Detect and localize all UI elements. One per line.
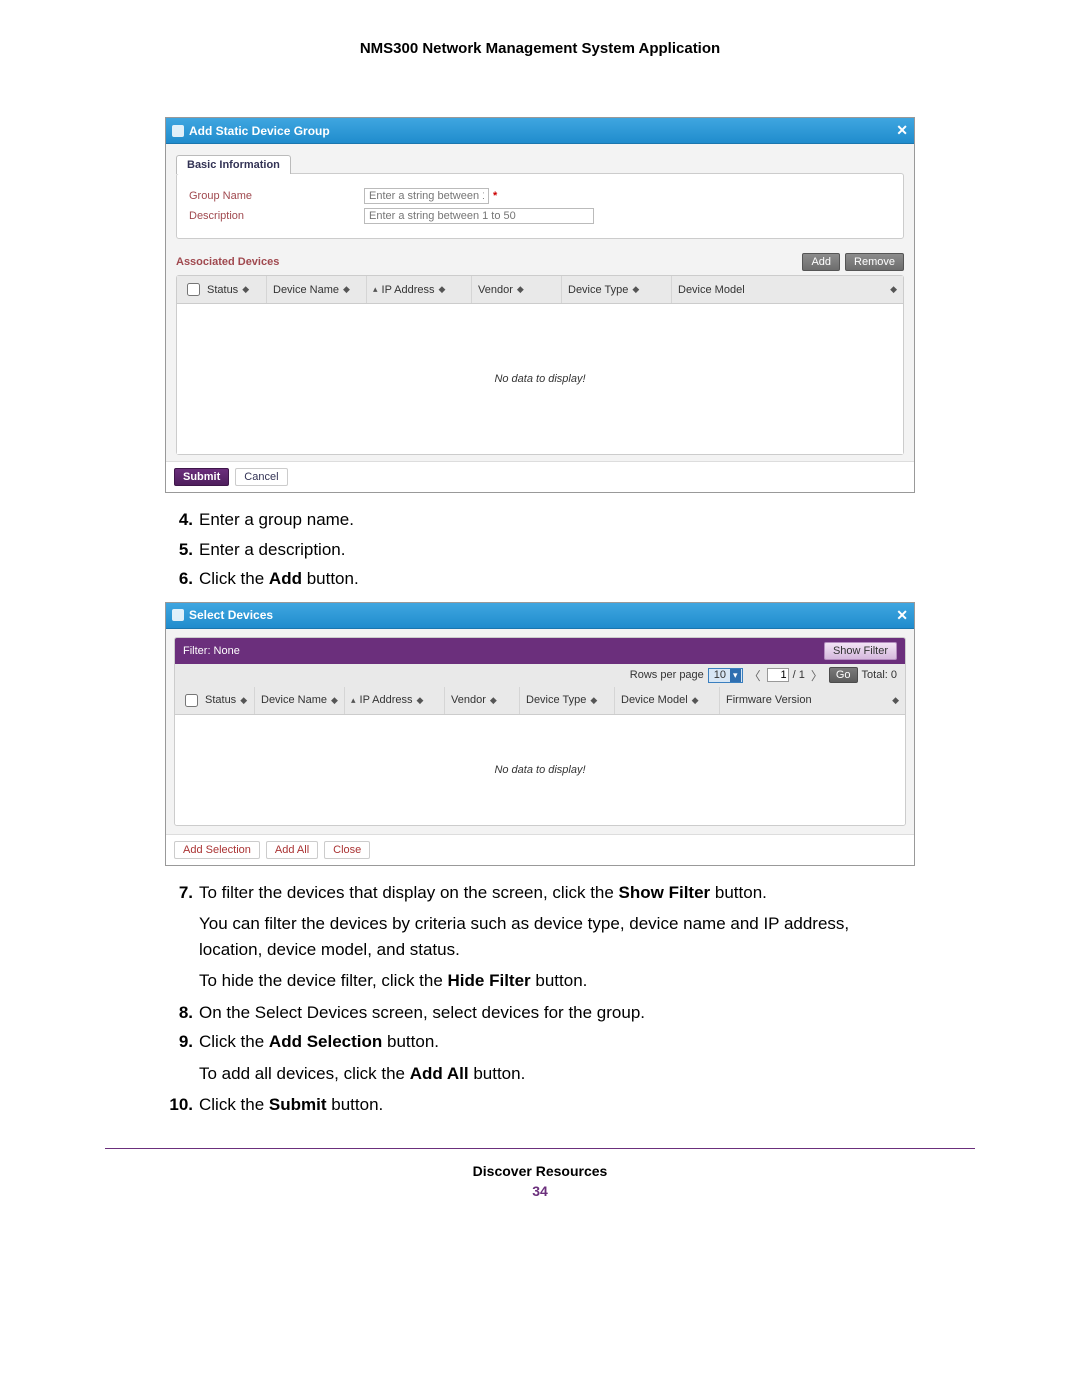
page-number-input[interactable] bbox=[767, 668, 789, 682]
group-name-input[interactable] bbox=[364, 188, 489, 204]
col-ip-address[interactable]: IP Address bbox=[382, 284, 435, 296]
sort-icon[interactable]: ◆ bbox=[632, 284, 639, 295]
step-6-text: Click the Add button. bbox=[199, 566, 915, 592]
col-device-type[interactable]: Device Type bbox=[568, 284, 628, 296]
step-7-text: To filter the devices that display on th… bbox=[199, 880, 915, 906]
col-device-model[interactable]: Device Model bbox=[621, 694, 688, 706]
col-status[interactable]: Status bbox=[207, 284, 238, 296]
cancel-button[interactable]: Cancel bbox=[235, 468, 287, 486]
sort-icon[interactable]: ◆ bbox=[240, 695, 247, 706]
chevron-down-icon: ▾ bbox=[730, 669, 741, 682]
associated-devices-label: Associated Devices bbox=[176, 256, 279, 268]
select-all-checkbox[interactable] bbox=[187, 283, 200, 296]
step-8-text: On the Select Devices screen, select dev… bbox=[199, 1000, 915, 1026]
remove-button[interactable]: Remove bbox=[845, 253, 904, 271]
sort-icon[interactable]: ◆ bbox=[242, 284, 249, 295]
footer-section-title: Discover Resources bbox=[105, 1163, 975, 1179]
go-button[interactable]: Go bbox=[829, 667, 858, 683]
footer-rule bbox=[105, 1148, 975, 1149]
dialog-titlebar: Select Devices ✕ bbox=[166, 603, 914, 629]
step-9-sub1: To add all devices, click the Add All bu… bbox=[199, 1061, 915, 1087]
sort-icon[interactable]: ◆ bbox=[343, 284, 350, 295]
sort-icon[interactable]: ◆ bbox=[490, 695, 497, 706]
document-title: NMS300 Network Management System Applica… bbox=[105, 40, 975, 57]
sort-icon[interactable]: ◆ bbox=[692, 695, 699, 706]
sort-icon[interactable]: ◆ bbox=[417, 695, 424, 706]
filter-label: Filter: None bbox=[183, 645, 240, 657]
grid-empty-message: No data to display! bbox=[177, 304, 903, 454]
page-total-label: / 1 bbox=[793, 669, 805, 681]
submit-button[interactable]: Submit bbox=[174, 468, 229, 486]
add-static-device-group-dialog: Add Static Device Group ✕ Basic Informat… bbox=[165, 117, 915, 493]
description-input[interactable] bbox=[364, 208, 594, 224]
basic-information-tab: Basic Information bbox=[176, 155, 291, 174]
grid-empty-message: No data to display! bbox=[175, 715, 905, 825]
dialog-title: Select Devices bbox=[189, 608, 273, 622]
dialog-title: Add Static Device Group bbox=[189, 124, 330, 138]
sort-icon[interactable]: ◆ bbox=[439, 284, 446, 295]
select-devices-dialog: Select Devices ✕ Filter: None Show Filte… bbox=[165, 602, 915, 866]
rows-per-page-select[interactable]: 10▾ bbox=[708, 668, 743, 683]
step-4-text: Enter a group name. bbox=[199, 507, 915, 533]
col-ip-address[interactable]: IP Address bbox=[360, 694, 413, 706]
col-status[interactable]: Status bbox=[205, 694, 236, 706]
step-5-text: Enter a description. bbox=[199, 537, 915, 563]
col-device-name[interactable]: Device Name bbox=[273, 284, 339, 296]
sort-icon[interactable]: ◆ bbox=[892, 695, 899, 706]
show-filter-button[interactable]: Show Filter bbox=[824, 642, 897, 660]
close-icon[interactable]: ✕ bbox=[896, 607, 908, 624]
dialog-icon bbox=[172, 125, 184, 137]
step-7-sub2: To hide the device filter, click the Hid… bbox=[199, 968, 915, 994]
dialog-titlebar: Add Static Device Group ✕ bbox=[166, 118, 914, 144]
col-vendor[interactable]: Vendor bbox=[478, 284, 513, 296]
add-button[interactable]: Add bbox=[802, 253, 840, 271]
dialog-icon bbox=[172, 609, 184, 621]
close-button[interactable]: Close bbox=[324, 841, 370, 859]
step-10-text: Click the Submit button. bbox=[199, 1092, 915, 1118]
col-vendor[interactable]: Vendor bbox=[451, 694, 486, 706]
next-page-icon[interactable]: 〉 bbox=[809, 667, 825, 684]
group-name-label: Group Name bbox=[189, 190, 364, 202]
prev-page-icon[interactable]: 〈 bbox=[747, 667, 763, 684]
required-icon: * bbox=[493, 190, 497, 202]
sort-icon[interactable]: ◆ bbox=[331, 695, 338, 706]
sort-icon[interactable]: ◆ bbox=[590, 695, 597, 706]
step-9-text: Click the Add Selection button. bbox=[199, 1029, 915, 1055]
close-icon[interactable]: ✕ bbox=[896, 122, 908, 139]
associated-devices-grid: Status ◆ Device Name ◆ ▴ IP Address ◆ Ve… bbox=[176, 275, 904, 455]
sort-asc-icon[interactable]: ▴ bbox=[351, 695, 356, 706]
page-number: 34 bbox=[105, 1183, 975, 1199]
total-count-label: Total: 0 bbox=[862, 669, 897, 681]
col-firmware-version[interactable]: Firmware Version bbox=[726, 694, 812, 706]
sort-icon[interactable]: ◆ bbox=[517, 284, 524, 295]
add-selection-button[interactable]: Add Selection bbox=[174, 841, 260, 859]
description-label: Description bbox=[189, 210, 364, 222]
add-all-button[interactable]: Add All bbox=[266, 841, 318, 859]
col-device-name[interactable]: Device Name bbox=[261, 694, 327, 706]
rows-per-page-label: Rows per page bbox=[630, 669, 704, 681]
sort-icon[interactable]: ◆ bbox=[890, 284, 897, 295]
col-device-type[interactable]: Device Type bbox=[526, 694, 586, 706]
col-device-model[interactable]: Device Model bbox=[678, 284, 745, 296]
sort-asc-icon[interactable]: ▴ bbox=[373, 284, 378, 295]
select-all-checkbox[interactable] bbox=[185, 694, 198, 707]
step-7-sub1: You can filter the devices by criteria s… bbox=[199, 911, 915, 962]
